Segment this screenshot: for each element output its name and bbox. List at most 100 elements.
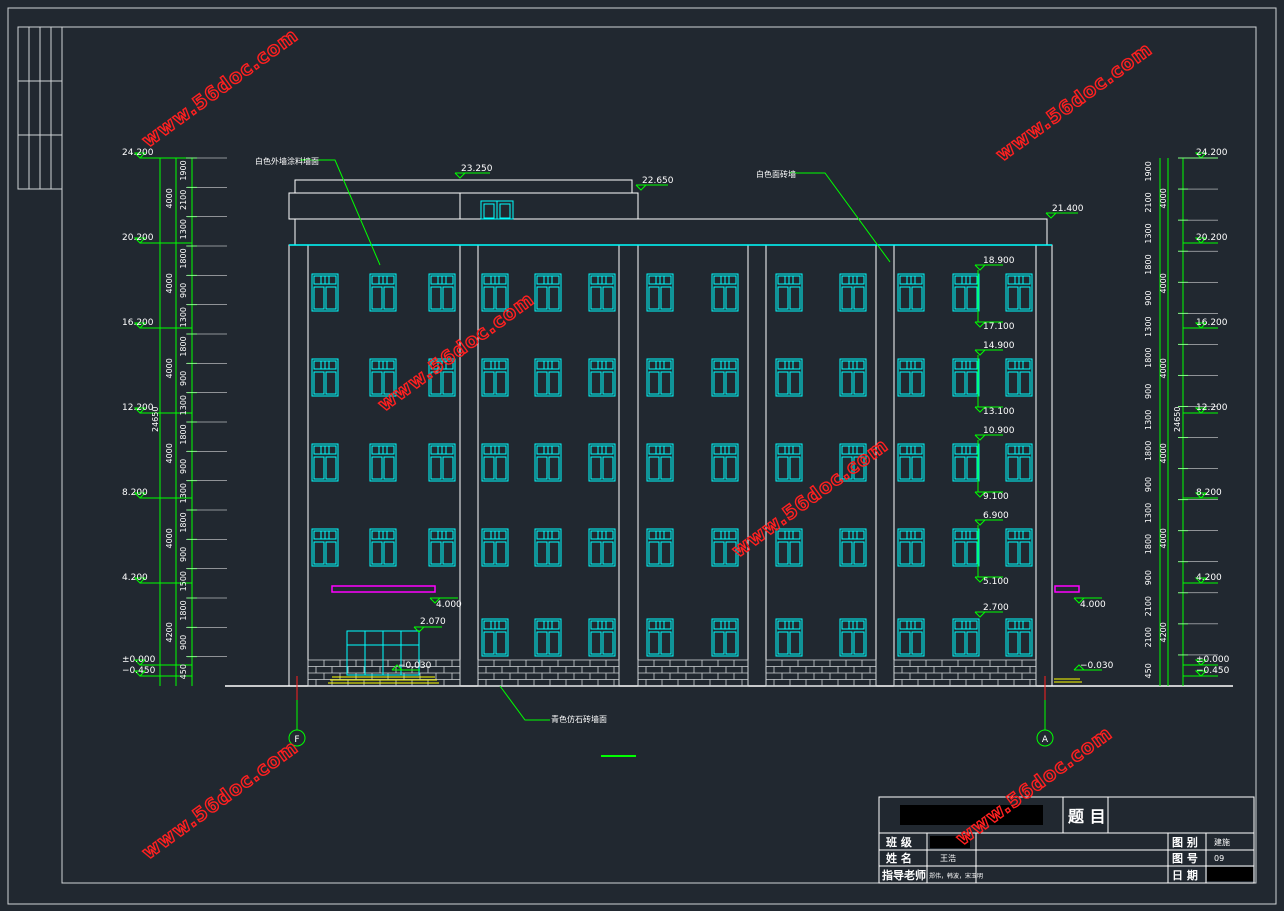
window [952, 528, 980, 567]
window [428, 443, 456, 482]
advisor-label: 指导老师 [882, 868, 926, 882]
window [428, 528, 456, 567]
axis-a-label: A [1042, 735, 1049, 745]
window [952, 618, 980, 657]
elev-entry: −0.030 [398, 661, 432, 671]
window [588, 443, 616, 482]
window [952, 273, 980, 312]
plinth-bay [765, 659, 877, 687]
drawing-no-value: 09 [1214, 854, 1224, 863]
elev-door: 2.070 [420, 617, 446, 627]
dim-label: 900 [179, 635, 188, 650]
window [897, 443, 925, 482]
window [775, 273, 803, 312]
level-label: 4.200 [122, 573, 148, 583]
dim-label: 1800 [179, 600, 188, 620]
window [839, 358, 867, 397]
window [369, 528, 397, 567]
level-label: 20.200 [1196, 233, 1228, 243]
window [311, 273, 339, 312]
window [534, 273, 562, 312]
dim-label: 900 [179, 459, 188, 474]
dim-label: 900 [1144, 290, 1153, 305]
note-left: 白色外墙涂料墙面 [255, 156, 319, 166]
dim-label: 1300 [179, 219, 188, 239]
date-label: 日 期 [1172, 868, 1198, 882]
elev-23250: 23.250 [461, 164, 493, 174]
elev-label: 2.700 [983, 603, 1009, 613]
elev-label: 6.900 [983, 511, 1009, 521]
level-label: 16.200 [1196, 318, 1228, 328]
window [481, 528, 509, 567]
level-label: 8.200 [122, 488, 148, 498]
window [428, 273, 456, 312]
window [711, 618, 739, 657]
dim-label: 1300 [179, 307, 188, 327]
window [481, 358, 509, 397]
level-label: 20.200 [122, 233, 154, 243]
advisor-value: 郑伟，韩波，宋玉明 [929, 872, 983, 880]
watermark-3: www.56doc.com [374, 288, 539, 416]
dim-label: 900 [1144, 384, 1153, 399]
window-grid [311, 273, 1033, 657]
watermark-5: www.56doc.com [138, 736, 303, 864]
window [534, 618, 562, 657]
dim-label: 1800 [1144, 534, 1153, 554]
window [952, 358, 980, 397]
dim-label: 1800 [1144, 254, 1153, 274]
dim-label: 1300 [1144, 503, 1153, 523]
dim-label: 2100 [1144, 627, 1153, 647]
elev-22650: 22.650 [642, 176, 674, 186]
title-label: 题 目 [1068, 807, 1106, 826]
dim-label-mid: 4000 [165, 188, 174, 208]
total-height: 24650 [151, 407, 160, 432]
building-outline [288, 179, 1053, 687]
level-label: 24.200 [1196, 148, 1228, 158]
window [839, 618, 867, 657]
window [588, 618, 616, 657]
window [311, 358, 339, 397]
window [952, 443, 980, 482]
plinth-bay [477, 659, 620, 687]
level-label: 8.200 [1196, 488, 1222, 498]
window [1005, 358, 1033, 397]
window [1005, 443, 1033, 482]
dim-label: 1300 [1144, 223, 1153, 243]
window [1005, 528, 1033, 567]
elev-label: 9.100 [983, 492, 1009, 502]
level-label: ±0.000 [122, 655, 156, 665]
watermark-1: www.56doc.com [138, 24, 303, 152]
dim-label: 1800 [179, 248, 188, 268]
level-label: −0.450 [1196, 666, 1230, 676]
dim-label: 450 [179, 664, 188, 679]
dim-label: 900 [1144, 570, 1153, 585]
elevation-drawing: F A 23.250 22.650 21.400 18.900 17.100 14.… [7, 7, 1277, 905]
dim-label-mid: 4000 [1159, 188, 1168, 208]
dim-label-mid: 4000 [165, 528, 174, 548]
dim-label-mid: 4000 [165, 443, 174, 463]
dim-label: 1800 [179, 512, 188, 532]
window [588, 273, 616, 312]
dim-label-mid: 4000 [165, 273, 174, 293]
dim-label-mid: 4200 [165, 622, 174, 642]
watermark-2: www.56doc.com [992, 38, 1157, 166]
elev-canopy: 4.000 [436, 600, 462, 610]
window [588, 358, 616, 397]
window [481, 443, 509, 482]
window [646, 528, 674, 567]
elev-label: 5.100 [983, 577, 1009, 587]
dim-label: 450 [1144, 663, 1153, 678]
dim-label: 1300 [179, 483, 188, 503]
dim-label: 900 [179, 547, 188, 562]
window [534, 528, 562, 567]
watermark-6: www.56doc.com [952, 722, 1117, 850]
dim-label: 1300 [1144, 316, 1153, 336]
elev-label: 13.100 [983, 407, 1015, 417]
window [897, 528, 925, 567]
window [897, 273, 925, 312]
window [369, 273, 397, 312]
window [1005, 618, 1033, 657]
window [897, 358, 925, 397]
level-label: 12.200 [122, 403, 154, 413]
elev-label: 14.900 [983, 341, 1015, 351]
